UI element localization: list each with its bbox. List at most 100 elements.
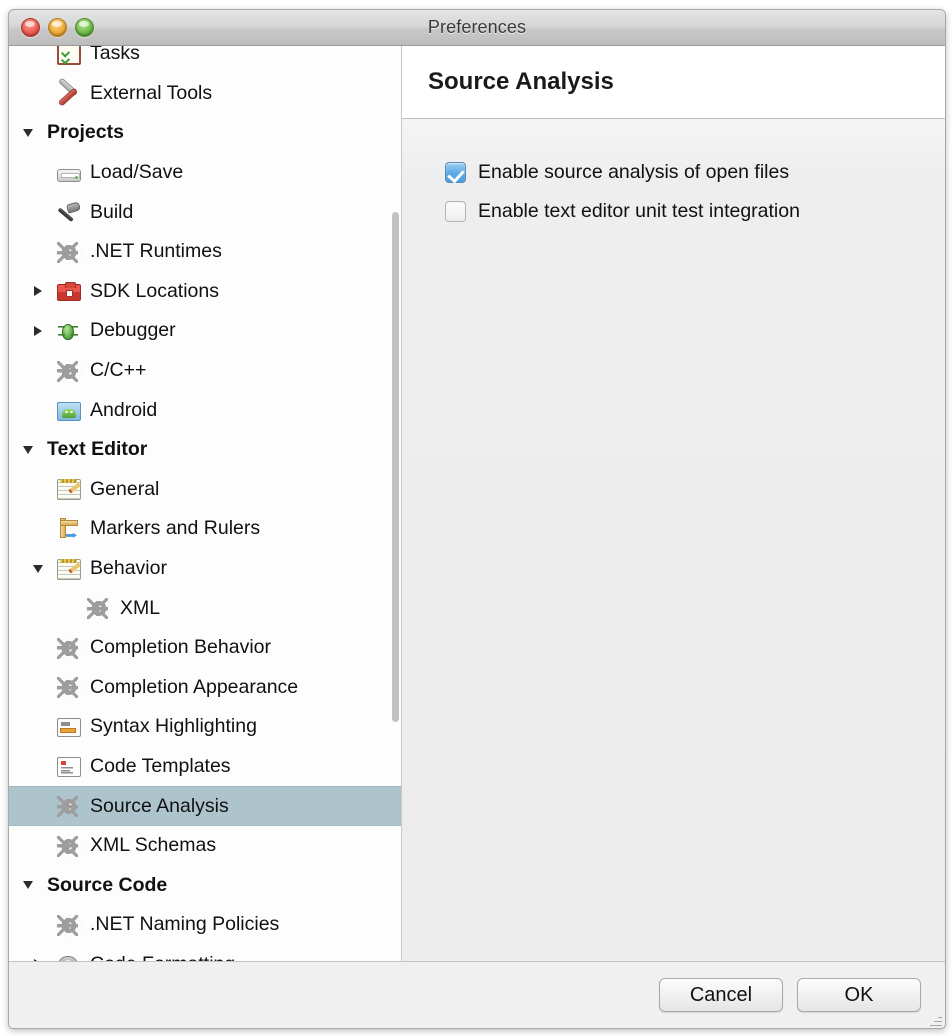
sidebar-item-label: Debugger — [90, 319, 176, 342]
sidebar-item-behavior[interactable]: Behavior — [9, 549, 401, 589]
sidebar-item-label: Completion Appearance — [90, 676, 298, 699]
sidebar-item-tasks[interactable]: Tasks — [9, 46, 401, 74]
detail-header: Source Analysis — [402, 46, 945, 119]
notepad-icon — [57, 559, 81, 580]
chevron-right-icon[interactable] — [29, 959, 47, 961]
sidebar-item-label: Source Code — [47, 874, 167, 897]
sidebar-scrollbar[interactable] — [392, 48, 399, 959]
sidebar-item-xml-schemas[interactable]: XML Schemas — [9, 826, 401, 866]
notepad-icon — [57, 479, 81, 500]
sidebar-item-label: Projects — [47, 121, 124, 144]
enable-unit-test-integration-label: Enable text editor unit test integration — [478, 200, 800, 223]
sidebar-item-net-runtimes[interactable]: .NET Runtimes — [9, 232, 401, 272]
chevron-down-icon[interactable] — [19, 129, 37, 137]
sidebar-item-label: Load/Save — [90, 161, 183, 184]
dialog-body: Tasks External Tools Projects Load/Save Buil… — [9, 46, 945, 962]
sidebar-item-completion-behavior[interactable]: Completion Behavior — [9, 628, 401, 668]
sidebar-item-label: Code Templates — [90, 755, 231, 778]
zoom-button[interactable] — [75, 18, 94, 37]
page-title: Source Analysis — [428, 68, 614, 96]
gear-icon — [57, 638, 81, 659]
checkbox-row[interactable]: Enable source analysis of open files — [445, 156, 945, 189]
bug-icon — [57, 321, 81, 342]
chevron-right-icon[interactable] — [29, 326, 47, 336]
resize-grip[interactable] — [929, 1013, 942, 1026]
gear-icon — [57, 915, 81, 936]
sidebar-item-text-editor[interactable]: Text Editor — [9, 430, 401, 470]
detail-content: Enable source analysis of open files Ena… — [402, 119, 945, 961]
chevron-down-icon[interactable] — [19, 881, 37, 889]
minimize-button[interactable] — [48, 18, 67, 37]
sidebar-item-code-templates[interactable]: Code Templates — [9, 747, 401, 787]
sidebar-item-completion-appearance[interactable]: Completion Appearance — [9, 668, 401, 708]
ok-button[interactable]: OK — [797, 978, 921, 1012]
hammer-icon — [57, 201, 81, 223]
preferences-tree: Tasks External Tools Projects Load/Save Buil… — [9, 46, 401, 961]
android-icon — [57, 402, 81, 421]
sidebar-item-general[interactable]: General — [9, 470, 401, 510]
sidebar-item-debugger[interactable]: Debugger — [9, 311, 401, 351]
tools-icon — [57, 82, 81, 104]
detail-pane: Source Analysis Enable source analysis o… — [402, 46, 945, 961]
sidebar-item-external-tools[interactable]: External Tools — [9, 74, 401, 114]
enable-unit-test-integration-checkbox[interactable] — [445, 201, 466, 222]
gear-icon — [57, 361, 81, 382]
tasks-icon — [57, 46, 81, 65]
sidebar-item-label: Code Formatting — [90, 953, 235, 961]
sidebar-item-label: C/C++ — [90, 359, 146, 382]
sidebar-item-markers-and-rulers[interactable]: Markers and Rulers — [9, 509, 401, 549]
sidebar-item-c-c[interactable]: C/C++ — [9, 351, 401, 391]
gear-icon — [57, 796, 81, 817]
sidebar-item-label: Android — [90, 399, 157, 422]
sidebar-item-source-analysis[interactable]: Source Analysis — [9, 786, 401, 826]
sidebar-item-build[interactable]: Build — [9, 192, 401, 232]
enable-source-analysis-checkbox[interactable] — [445, 162, 466, 183]
toolbox-icon — [57, 284, 81, 301]
format-icon — [57, 953, 81, 961]
sidebar-item-code-formatting[interactable]: Code Formatting — [9, 945, 401, 961]
preferences-window: Preferences Tasks External Tools Projects L… — [8, 9, 946, 1029]
sidebar-item-syntax-highlighting[interactable]: Syntax Highlighting — [9, 707, 401, 747]
window-controls — [21, 10, 94, 45]
sidebar-item-label: Tasks — [90, 46, 140, 65]
sidebar-item-label: XML — [120, 597, 160, 620]
sidebar-item-sdk-locations[interactable]: SDK Locations — [9, 272, 401, 312]
checkbox-row[interactable]: Enable text editor unit test integration — [445, 195, 945, 228]
template-icon — [57, 757, 81, 777]
sidebar-item-label: SDK Locations — [90, 280, 219, 303]
sidebar-item-source-code[interactable]: Source Code — [9, 865, 401, 905]
window-title: Preferences — [428, 17, 526, 38]
sidebar-item-android[interactable]: Android — [9, 390, 401, 430]
ruler-icon — [57, 518, 81, 540]
chevron-right-icon[interactable] — [29, 286, 47, 296]
dialog-footer: Cancel OK — [9, 962, 945, 1028]
disk-icon — [57, 169, 81, 182]
sidebar-item-label: Text Editor — [47, 438, 147, 461]
chevron-down-icon[interactable] — [29, 565, 47, 573]
close-button[interactable] — [21, 18, 40, 37]
sidebar-item-net-naming-policies[interactable]: .NET Naming Policies — [9, 905, 401, 945]
sidebar-scrollbar-thumb[interactable] — [392, 212, 399, 722]
sidebar-item-load-save[interactable]: Load/Save — [9, 153, 401, 193]
gear-icon — [57, 836, 81, 857]
sidebar-item-label: .NET Naming Policies — [90, 913, 279, 936]
sidebar-item-xml[interactable]: XML — [9, 588, 401, 628]
preferences-sidebar[interactable]: Tasks External Tools Projects Load/Save Buil… — [9, 46, 402, 961]
sidebar-item-label: Completion Behavior — [90, 636, 271, 659]
sidebar-item-label: External Tools — [90, 82, 212, 105]
sidebar-item-projects[interactable]: Projects — [9, 113, 401, 153]
chevron-down-icon[interactable] — [19, 446, 37, 454]
window-titlebar: Preferences — [9, 10, 945, 46]
enable-source-analysis-label: Enable source analysis of open files — [478, 161, 789, 184]
gear-icon — [87, 598, 111, 619]
gear-icon — [57, 242, 81, 263]
arrow-icon — [66, 533, 77, 538]
sidebar-item-label: Behavior — [90, 557, 167, 580]
cancel-button[interactable]: Cancel — [659, 978, 783, 1012]
sidebar-item-label: XML Schemas — [90, 834, 216, 857]
sidebar-item-label: Source Analysis — [90, 795, 229, 818]
gear-icon — [57, 677, 81, 698]
sidebar-item-label: .NET Runtimes — [90, 240, 222, 263]
sidebar-item-label: Build — [90, 201, 133, 224]
syntax-icon — [57, 718, 81, 737]
